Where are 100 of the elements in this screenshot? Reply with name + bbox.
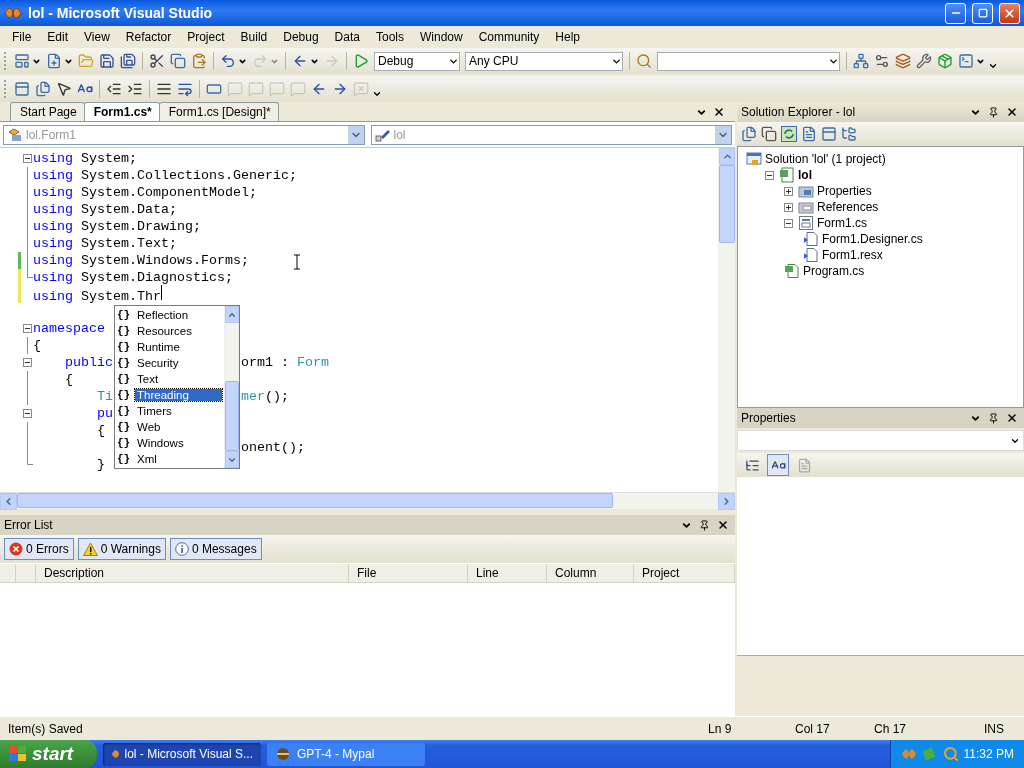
menu-item[interactable]: Data — [326, 30, 368, 44]
menu-item[interactable]: Tools — [367, 30, 412, 44]
wrench-icon[interactable] — [916, 53, 932, 69]
collapse-icon[interactable] — [22, 324, 32, 333]
minimize-button[interactable] — [945, 2, 966, 24]
completion-item[interactable]: Resources — [135, 325, 222, 337]
pin-icon[interactable] — [699, 519, 710, 531]
rectangle-icon[interactable] — [206, 81, 222, 97]
window-icon[interactable] — [14, 53, 30, 69]
completion-item[interactable]: Text — [135, 373, 222, 385]
files-icon[interactable] — [741, 126, 757, 142]
refresh-icon[interactable] — [781, 126, 797, 142]
disks-icon[interactable] — [120, 53, 136, 69]
completion-item[interactable]: Threading — [135, 389, 222, 401]
tree-item[interactable]: Form1.Designer.cs — [822, 232, 923, 246]
menu-item[interactable]: Refactor — [117, 30, 180, 44]
terminal-icon[interactable] — [958, 53, 974, 69]
document-tab[interactable]: Form1.cs [Design]* — [158, 102, 279, 121]
collapse-icon[interactable] — [22, 358, 32, 367]
pin-icon[interactable] — [988, 106, 999, 118]
column-header[interactable]: Line — [468, 564, 547, 582]
overflow-icon[interactable] — [988, 61, 998, 71]
scrollbar-thumb[interactable] — [719, 165, 735, 243]
settings-icon[interactable] — [874, 53, 890, 69]
search-icon[interactable] — [636, 53, 652, 69]
collapse-icon[interactable] — [765, 170, 774, 180]
tree-item[interactable]: Solution 'lol' (1 project) — [765, 152, 886, 166]
menu-item[interactable]: Window — [412, 30, 471, 44]
close-icon[interactable] — [717, 519, 729, 531]
menu-item[interactable]: Help — [547, 30, 589, 44]
document-tab[interactable]: Form1.cs* — [83, 102, 160, 121]
package-icon[interactable] — [937, 53, 953, 69]
column-header[interactable]: Column — [547, 564, 634, 582]
close-icon[interactable] — [1006, 106, 1018, 118]
menu-item[interactable]: Project — [179, 30, 233, 44]
right-arrow-icon[interactable] — [332, 81, 348, 97]
hierarchy-icon[interactable] — [841, 126, 857, 142]
close-icon[interactable] — [713, 106, 725, 118]
tree-item[interactable]: Form1.resx — [822, 248, 883, 262]
expand-icon[interactable] — [784, 186, 793, 196]
copy-icon[interactable] — [170, 53, 186, 69]
tree-item[interactable]: Program.cs — [803, 264, 865, 278]
tree-item[interactable]: Form1.cs — [817, 216, 867, 230]
menu-item[interactable]: Build — [232, 30, 276, 44]
menu-item[interactable]: Debug — [275, 30, 327, 44]
filter-button[interactable]: 0 Errors — [4, 538, 74, 560]
menu-item[interactable]: File — [4, 30, 40, 44]
collapse-icon[interactable] — [784, 218, 793, 228]
panel-icon[interactable] — [14, 81, 30, 97]
completion-item[interactable]: Runtime — [135, 341, 222, 353]
filter-button[interactable]: 0 Warnings — [77, 538, 166, 560]
expand-icon[interactable] — [784, 202, 793, 212]
collapse-icon[interactable] — [22, 154, 32, 163]
panel-icon[interactable] — [821, 126, 837, 142]
completion-item[interactable]: Reflection — [135, 309, 222, 321]
document-icon[interactable] — [801, 126, 817, 142]
overflow-icon[interactable] — [372, 89, 382, 99]
scissors-icon[interactable] — [149, 53, 165, 69]
layers-icon[interactable] — [895, 53, 911, 69]
scrollbar-thumb[interactable] — [225, 381, 239, 451]
play-icon[interactable] — [353, 53, 369, 69]
network-icon[interactable] — [853, 53, 869, 69]
filter-button[interactable]: 0 Messages — [169, 538, 262, 560]
menu-item[interactable]: Community — [470, 30, 548, 44]
completion-item[interactable]: Security — [135, 357, 222, 369]
new-file-icon[interactable] — [46, 53, 62, 69]
start-button[interactable]: start — [0, 740, 97, 768]
column-header[interactable]: Description — [36, 564, 349, 582]
maximize-button[interactable] — [972, 2, 993, 24]
left-arrow-icon[interactable] — [311, 81, 327, 97]
completion-item[interactable]: Xml — [135, 453, 222, 465]
column-header[interactable]: File — [349, 564, 468, 582]
collapse-icon[interactable] — [22, 409, 32, 418]
scrollbar-thumb[interactable] — [17, 493, 613, 508]
left-arrow-icon[interactable] — [292, 53, 308, 69]
menu-item[interactable]: Edit — [39, 30, 77, 44]
completion-item[interactable]: Web — [135, 421, 222, 433]
dropdown[interactable]: Any CPU — [465, 51, 623, 71]
lines-icon[interactable] — [156, 81, 172, 97]
tree-item[interactable]: Properties — [817, 184, 872, 198]
tree-item[interactable]: lol — [798, 168, 812, 182]
tree-item[interactable]: References — [817, 200, 879, 214]
taskbar-button[interactable]: GPT-4 - Mypal — [267, 742, 425, 766]
completion-item[interactable]: Windows — [135, 437, 222, 449]
column-header[interactable]: Project — [634, 564, 735, 582]
outdent-icon[interactable] — [106, 81, 122, 97]
pin-icon[interactable] — [988, 412, 999, 424]
close-icon[interactable] — [1006, 412, 1018, 424]
completion-item[interactable]: Timers — [135, 405, 222, 417]
taskbar-button[interactable]: lol - Microsoft Visual S... — [103, 742, 261, 766]
undo-icon[interactable] — [220, 53, 236, 69]
pointer-icon[interactable] — [56, 81, 72, 97]
menu-item[interactable]: View — [76, 30, 118, 44]
copy-icon[interactable] — [761, 126, 777, 142]
files-icon[interactable] — [35, 81, 51, 97]
document-tab[interactable]: Start Page — [10, 102, 85, 121]
maximize-icon[interactable] — [977, 8, 988, 18]
dropdown[interactable]: Debug — [374, 51, 460, 71]
indent-icon[interactable] — [127, 81, 143, 97]
paste-icon[interactable] — [191, 53, 207, 69]
